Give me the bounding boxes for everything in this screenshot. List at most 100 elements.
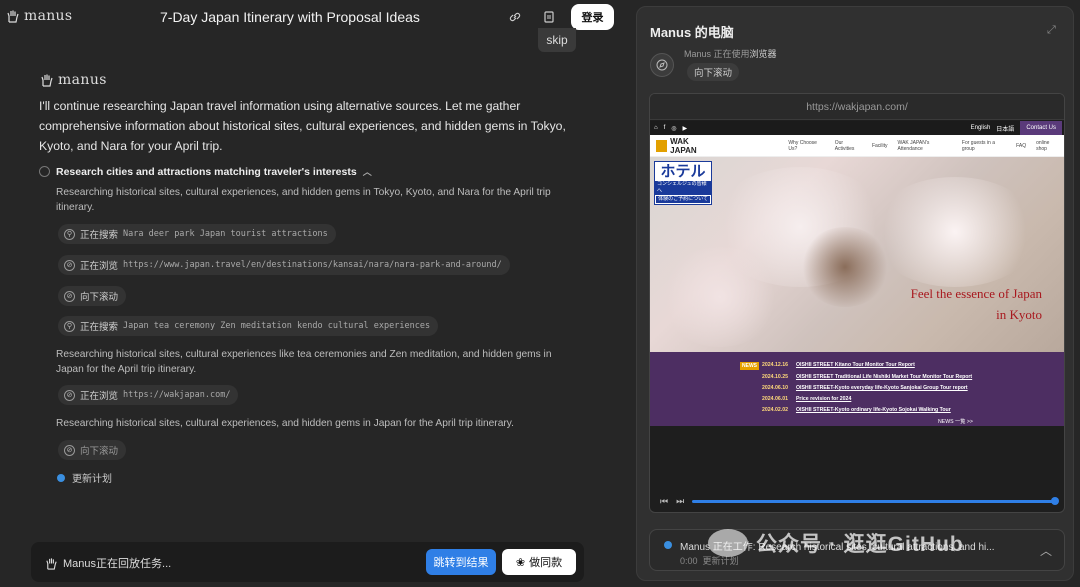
- replay-player: ⏮ ⏭: [650, 488, 1064, 512]
- login-button[interactable]: 登录: [571, 4, 614, 30]
- step-search-2[interactable]: ⚲ 正在搜索 Japan tea ceremony Zen meditation…: [58, 316, 439, 336]
- url-bar: https://wakjapan.com/: [650, 94, 1064, 120]
- compass-icon: [650, 53, 674, 77]
- status-dot: [664, 541, 672, 549]
- site-logo-text: WAK JAPAN: [670, 136, 697, 155]
- step-detail: https://wakjapan.com/: [123, 390, 231, 400]
- current-action-pill: 向下滚动: [687, 63, 740, 81]
- search-icon: ⚲: [64, 320, 75, 332]
- contact-link: Contact Us: [1020, 121, 1062, 135]
- expand-icon[interactable]: ⤢: [1047, 24, 1059, 36]
- site-nav-item: FAQ: [1016, 142, 1027, 149]
- hotel-title: ホテル: [660, 162, 706, 180]
- replay-text: Manus正在回放任务...: [63, 558, 172, 570]
- assistant-name: manus: [58, 72, 107, 88]
- step-search-1[interactable]: ⚲ 正在搜索 Nara deer park Japan tourist attr…: [58, 224, 336, 244]
- share-file-icon[interactable]: [540, 8, 558, 26]
- step-browse-2[interactable]: ⊘ 正在浏览 https://wakjapan.com/: [58, 385, 239, 405]
- website-screenshot: ⌂ f ◎ ▶ English 日本語 Contact Us WAK JAPAN…: [650, 121, 1064, 426]
- task-title: Research cities and attractions matching…: [56, 165, 357, 178]
- task-description-3: Researching historical sites, cultural e…: [56, 418, 514, 429]
- skip-back-icon[interactable]: ⏮: [660, 496, 668, 507]
- chevron-up-icon[interactable]: ︿: [363, 165, 372, 178]
- site-nav-item: Why Choose Us?: [788, 139, 817, 152]
- site-nav-item: WAK JAPAN's Attendance: [897, 139, 930, 152]
- progress-slider[interactable]: [692, 496, 1059, 505]
- hotel-banner: ホテル コンシェルジュの皆様へ 体験のご予約について: [654, 161, 712, 205]
- using-tool: 浏览器: [749, 49, 777, 59]
- site-nav-item: Our Activities: [834, 139, 855, 152]
- step-action: 正在浏览: [80, 391, 119, 402]
- step-browse-1[interactable]: ⊘ 正在浏览 https://www.japan.travel/en/desti…: [58, 255, 510, 275]
- step-detail: Japan tea ceremony Zen meditation kendo …: [123, 321, 431, 331]
- jump-to-result-button[interactable]: 跳转到结果: [426, 549, 496, 575]
- news-item: 2024.02.02 OISHII STREET-Kyoto ordinary l…: [762, 407, 951, 413]
- skip-forward-icon[interactable]: ⏭: [676, 496, 684, 507]
- lang-japanese: 日本語: [996, 126, 1015, 133]
- task-header[interactable]: Research cities and attractions matching…: [39, 165, 372, 178]
- site-logo: WAK JAPAN: [656, 137, 714, 155]
- step-action: 向下滚动: [80, 292, 119, 303]
- plan-label: 更新计划: [72, 474, 112, 485]
- browser-view: https://wakjapan.com/ ⌂ f ◎ ▶ English 日本…: [649, 93, 1065, 513]
- step-action: 向下滚动: [80, 446, 119, 457]
- progress-dot: [57, 473, 65, 482]
- step-scroll-2[interactable]: ⊘ 向下滚动: [58, 440, 127, 460]
- facebook-icon: f: [663, 125, 666, 131]
- task-status-circle: [39, 166, 50, 177]
- page-title: 7-Day Japan Itinerary with Proposal Idea…: [160, 9, 420, 25]
- hotel-sub2: 体験のご予約について: [656, 195, 710, 203]
- cherry-blossom-hero: ホテル コンシェルジュの皆様へ 体験のご予約について Feel the esse…: [650, 157, 1064, 352]
- using-prefix: Manus 正在使用: [684, 49, 750, 59]
- brand-text: manus: [24, 8, 73, 24]
- youtube-icon: ▶: [682, 125, 688, 132]
- assistant-message: I'll continue researching Japan travel i…: [39, 99, 566, 153]
- wechat-icon: [708, 529, 748, 557]
- chevron-up-icon[interactable]: ︿: [1040, 542, 1052, 559]
- hands-icon: ❀: [515, 556, 526, 569]
- tagline-line1: Feel the essence of Japan: [910, 286, 1042, 301]
- replay-bar: Manus正在回放任务... 跳转到结果 ❀ 做同款: [31, 542, 584, 582]
- site-nav-item: For guests in a group: [961, 139, 995, 152]
- compass-icon: ⊘: [64, 259, 75, 271]
- manus-hand-icon: [7, 10, 19, 23]
- compass-icon: ⊘: [64, 444, 75, 456]
- top-bar: manus 7-Day Japan Itinerary with Proposa…: [0, 0, 630, 34]
- manus-hand-icon: [46, 557, 57, 570]
- computer-panel: Manus 的电脑 ⤢ Manus 正在使用浏览器 向下滚动 https://w…: [636, 6, 1074, 581]
- task-description: Researching historical sites, cultural e…: [56, 187, 551, 213]
- hero-tagline: Feel the essence of Japan in Kyoto: [882, 283, 1042, 325]
- manus-logo[interactable]: manus: [6, 8, 72, 24]
- search-icon: ⚲: [64, 228, 75, 240]
- task-description-2: Researching historical sites, cultural e…: [56, 349, 552, 375]
- step-detail: Nara deer park Japan tourist attractions: [123, 229, 328, 239]
- step-scroll-1[interactable]: ⊘ 向下滚动: [58, 286, 127, 306]
- make-same-button[interactable]: ❀ 做同款: [502, 549, 576, 575]
- compass-icon: ⊘: [64, 389, 75, 401]
- news-item: 2024.06.01 Price revision for 2024: [762, 396, 852, 402]
- news-item: 2024.06.10 OISHII STREET-Kyoto everyday l…: [762, 385, 968, 391]
- step-action: 正在搜索: [80, 322, 119, 333]
- step-detail: https://www.japan.travel/en/destinations…: [123, 260, 502, 270]
- tagline-line2: in Kyoto: [996, 307, 1042, 322]
- watermark-text: 公众号 · 逛逛GitHub: [756, 533, 964, 556]
- make-same-label: 做同款: [529, 557, 563, 569]
- instagram-icon: ◎: [671, 125, 677, 132]
- step-action: 正在搜索: [80, 230, 119, 241]
- step-action: 正在浏览: [80, 261, 119, 272]
- skip-button[interactable]: skip: [538, 28, 576, 52]
- link-icon[interactable]: [506, 8, 524, 26]
- tool-usage-text: Manus 正在使用浏览器: [684, 47, 777, 60]
- slider-knob[interactable]: [1051, 496, 1059, 505]
- site-nav: WAK JAPAN Why Choose Us? Our Activities …: [650, 135, 1064, 157]
- site-nav-item: Facility: [871, 142, 888, 149]
- news-more-link: NEWS 一覧 >>: [938, 419, 973, 425]
- news-item: 2024.12.16 OISHII STREET Kitano Tour Moni…: [762, 362, 915, 368]
- home-icon: ⌂: [654, 125, 658, 131]
- chat-pane: manus 7-Day Japan Itinerary with Proposa…: [0, 0, 630, 587]
- update-plan-item: 更新计划: [57, 470, 112, 485]
- news-item: 2024.10.25 OISHII STREET Traditional Life…: [762, 374, 973, 380]
- manus-hand-icon: [41, 74, 53, 87]
- hotel-sub1: コンシェルジュの皆様へ: [655, 180, 711, 195]
- watermark: 公众号 · 逛逛GitHub: [708, 528, 964, 558]
